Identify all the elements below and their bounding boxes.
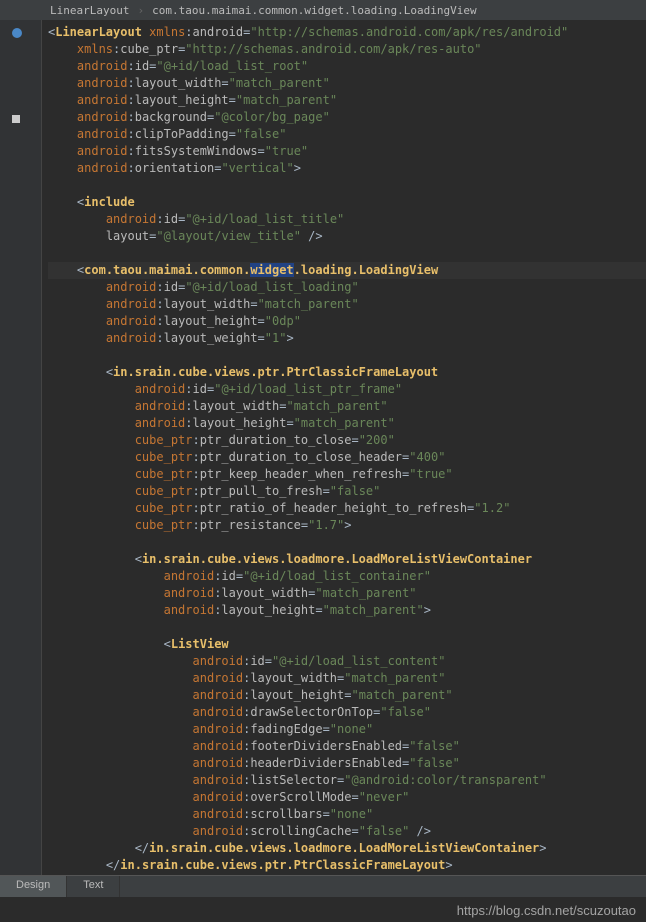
breadcrumb-child[interactable]: com.taou.maimai.common.widget.loading.Lo… xyxy=(152,4,477,17)
editor-tabs: Design Text xyxy=(0,875,646,897)
watermark: https://blog.csdn.net/scuzoutao xyxy=(457,903,636,918)
breadcrumb-bar: LinearLayout › com.taou.maimai.common.wi… xyxy=(0,0,646,20)
breadcrumb-root[interactable]: LinearLayout xyxy=(50,4,129,17)
chevron-right-icon: › xyxy=(137,4,144,17)
color-marker-icon[interactable] xyxy=(12,115,20,123)
override-marker-icon[interactable] xyxy=(12,28,22,38)
tab-design[interactable]: Design xyxy=(0,876,67,897)
editor-gutter xyxy=(0,20,42,880)
tab-text[interactable]: Text xyxy=(67,876,120,897)
code-editor[interactable]: <LinearLayout xmlns:android="http://sche… xyxy=(42,20,646,880)
